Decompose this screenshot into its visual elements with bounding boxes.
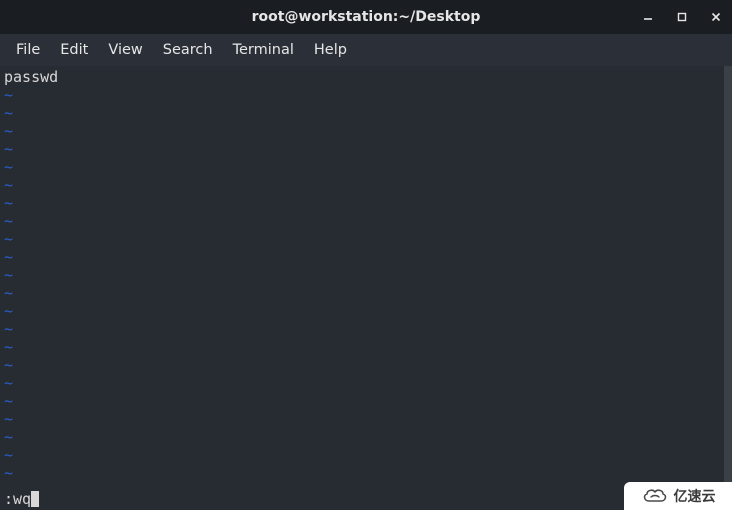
menu-view[interactable]: View: [98, 36, 152, 64]
vim-command-line[interactable]: :wq: [4, 490, 39, 508]
editor-empty-line: ~: [4, 266, 728, 284]
titlebar[interactable]: root@workstation:~/Desktop: [0, 0, 732, 34]
cursor-block: [31, 491, 39, 507]
terminal-viewport[interactable]: passwd ~~~~~~~~~~~~~~~~~~~~~~ :wq: [0, 66, 732, 510]
window-controls: [638, 0, 726, 34]
editor-empty-line: ~: [4, 392, 728, 410]
maximize-icon: [677, 12, 687, 22]
menu-help[interactable]: Help: [304, 36, 357, 64]
editor-empty-line: ~: [4, 194, 728, 212]
editor-empty-lines: ~~~~~~~~~~~~~~~~~~~~~~: [4, 86, 728, 482]
close-icon: [711, 12, 721, 22]
editor-empty-line: ~: [4, 320, 728, 338]
editor-empty-line: ~: [4, 464, 728, 482]
editor-empty-line: ~: [4, 284, 728, 302]
maximize-button[interactable]: [672, 7, 692, 27]
menu-terminal[interactable]: Terminal: [223, 36, 304, 64]
menu-file[interactable]: File: [6, 36, 50, 64]
scrollbar-thumb[interactable]: [724, 66, 732, 484]
editor-empty-line: ~: [4, 176, 728, 194]
editor-empty-line: ~: [4, 122, 728, 140]
vim-command-text: :wq: [4, 490, 31, 508]
editor-empty-line: ~: [4, 428, 728, 446]
editor-empty-line: ~: [4, 230, 728, 248]
watermark: 亿速云: [624, 482, 732, 510]
close-button[interactable]: [706, 7, 726, 27]
editor-empty-line: ~: [4, 302, 728, 320]
editor-empty-line: ~: [4, 410, 728, 428]
editor-empty-line: ~: [4, 158, 728, 176]
editor-empty-line: ~: [4, 104, 728, 122]
editor-empty-line: ~: [4, 212, 728, 230]
minimize-button[interactable]: [638, 7, 658, 27]
editor-empty-line: ~: [4, 338, 728, 356]
watermark-text: 亿速云: [674, 486, 716, 506]
editor-empty-line: ~: [4, 86, 728, 104]
menu-edit[interactable]: Edit: [50, 36, 98, 64]
cloud-icon: [641, 487, 669, 505]
scrollbar[interactable]: [724, 66, 732, 484]
editor-empty-line: ~: [4, 140, 728, 158]
minimize-icon: [643, 12, 653, 22]
editor-empty-line: ~: [4, 356, 728, 374]
window-title: root@workstation:~/Desktop: [252, 9, 481, 25]
menubar: File Edit View Search Terminal Help: [0, 34, 732, 66]
terminal-window: root@workstation:~/Desktop File Edit Vie…: [0, 0, 732, 510]
editor-empty-line: ~: [4, 446, 728, 464]
editor-empty-line: ~: [4, 248, 728, 266]
menu-search[interactable]: Search: [153, 36, 223, 64]
editor-empty-line: ~: [4, 374, 728, 392]
editor-content-line: passwd: [4, 68, 728, 86]
